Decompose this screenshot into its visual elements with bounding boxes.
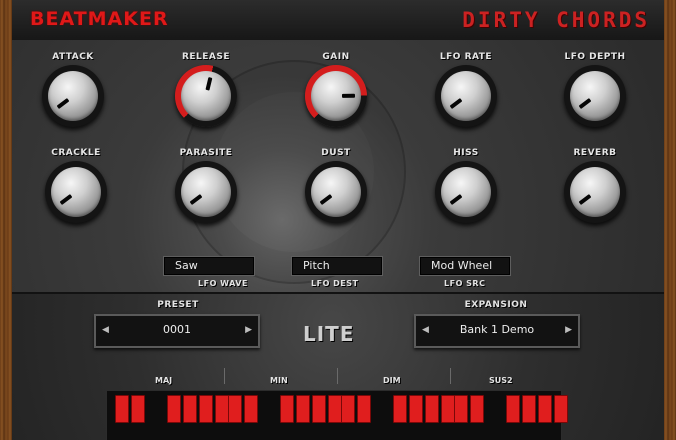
- dropdown-value: Pitch: [303, 259, 330, 272]
- knob-pointer: [578, 98, 592, 110]
- lfo-rate-knob[interactable]: LFO RATE: [421, 52, 511, 148]
- chord-key[interactable]: [312, 395, 326, 423]
- hiss-knob[interactable]: HISS: [421, 148, 511, 244]
- divider: [450, 368, 451, 384]
- preset-next-arrow-icon[interactable]: ▶: [245, 325, 252, 335]
- preset-selector[interactable]: ◀ 0001 ▶: [94, 314, 260, 348]
- knob-label: PARASITE: [179, 148, 233, 158]
- divider: [337, 368, 338, 384]
- expansion-next-arrow-icon[interactable]: ▶: [565, 325, 572, 335]
- chord-key[interactable]: [554, 395, 568, 423]
- knob-pointer: [341, 93, 356, 98]
- knob-pointer: [205, 77, 213, 91]
- chord-key[interactable]: [131, 395, 145, 423]
- lfo-wave-dropdown[interactable]: Saw: [163, 256, 255, 276]
- chord-keyboard: [106, 390, 568, 440]
- knob-pointer: [189, 194, 203, 206]
- header-bar: BEATMAKER DIRTY CHORDS: [12, 0, 664, 41]
- chord-key[interactable]: [341, 395, 355, 423]
- chord-key[interactable]: [244, 395, 258, 423]
- reverb-knob[interactable]: REVERB: [550, 148, 640, 244]
- chord-key[interactable]: [183, 395, 197, 423]
- chord-key[interactable]: [328, 395, 342, 423]
- knob-label: RELEASE: [181, 52, 231, 62]
- expansion-label: EXPANSION: [464, 300, 528, 310]
- chord-key[interactable]: [441, 395, 455, 423]
- chord-key[interactable]: [454, 395, 468, 423]
- knob-pointer: [319, 194, 333, 206]
- chord-key[interactable]: [199, 395, 213, 423]
- preset-value: 0001: [163, 323, 191, 336]
- knob-label: HISS: [453, 148, 479, 158]
- knob-pointer: [59, 194, 73, 206]
- wood-side-panel-left: [0, 0, 12, 440]
- lfo-src-label: LFO SRC: [444, 279, 486, 288]
- chord-label-maj: MAJ: [155, 376, 173, 385]
- expansion-value: Bank 1 Demo: [459, 323, 535, 336]
- preset-label: PRESET: [157, 300, 199, 310]
- dropdown-value: Mod Wheel: [431, 259, 493, 272]
- knob-pointer: [56, 98, 70, 110]
- chord-key[interactable]: [393, 395, 407, 423]
- chord-key[interactable]: [522, 395, 536, 423]
- knob-pointer: [578, 194, 592, 206]
- chord-label-sus2: SUS2: [489, 376, 513, 385]
- crackle-knob[interactable]: CRACKLE: [31, 148, 121, 244]
- brand-logo: BEATMAKER: [30, 8, 169, 30]
- parasite-knob[interactable]: PARASITE: [161, 148, 251, 244]
- knob-label: LFO DEPTH: [564, 52, 626, 62]
- plugin-window: BEATMAKER DIRTY CHORDS ATTACK RELEASE GA…: [0, 0, 676, 440]
- divider: [224, 368, 225, 384]
- attack-knob[interactable]: ATTACK: [28, 52, 118, 148]
- lite-edition-badge: LITE: [303, 322, 355, 346]
- knob-label: LFO RATE: [439, 52, 493, 62]
- chord-key[interactable]: [506, 395, 520, 423]
- chord-key[interactable]: [425, 395, 439, 423]
- lfo-dest-dropdown[interactable]: Pitch: [291, 256, 383, 276]
- chord-key[interactable]: [167, 395, 181, 423]
- knob-label: DUST: [321, 148, 351, 158]
- chord-label-min: MIN: [270, 376, 288, 385]
- chord-key[interactable]: [409, 395, 423, 423]
- chord-key[interactable]: [470, 395, 484, 423]
- chord-label-dim: DIM: [383, 376, 401, 385]
- wood-side-panel-right: [664, 0, 676, 440]
- lfo-dest-label: LFO DEST: [311, 279, 359, 288]
- product-title: DIRTY CHORDS: [462, 8, 650, 32]
- chord-key[interactable]: [538, 395, 552, 423]
- knob-label: GAIN: [322, 52, 350, 62]
- dust-knob[interactable]: DUST: [291, 148, 381, 244]
- chord-key[interactable]: [280, 395, 294, 423]
- knob-pointer: [449, 194, 463, 206]
- gain-knob[interactable]: GAIN: [291, 52, 381, 148]
- lfo-wave-label: LFO WAVE: [198, 279, 248, 288]
- lfo-src-dropdown[interactable]: Mod Wheel: [419, 256, 511, 276]
- lfo-depth-knob[interactable]: LFO DEPTH: [550, 52, 640, 148]
- knob-pointer: [449, 98, 463, 110]
- dropdown-value: Saw: [175, 259, 198, 272]
- knob-label: ATTACK: [52, 52, 94, 62]
- chord-key[interactable]: [228, 395, 242, 423]
- chord-key[interactable]: [215, 395, 229, 423]
- chord-key[interactable]: [115, 395, 129, 423]
- knob-label: CRACKLE: [51, 148, 101, 158]
- chord-key[interactable]: [296, 395, 310, 423]
- release-knob[interactable]: RELEASE: [161, 52, 251, 148]
- knob-label: REVERB: [573, 148, 617, 158]
- expansion-selector[interactable]: ◀ Bank 1 Demo ▶: [414, 314, 580, 348]
- chord-key[interactable]: [357, 395, 371, 423]
